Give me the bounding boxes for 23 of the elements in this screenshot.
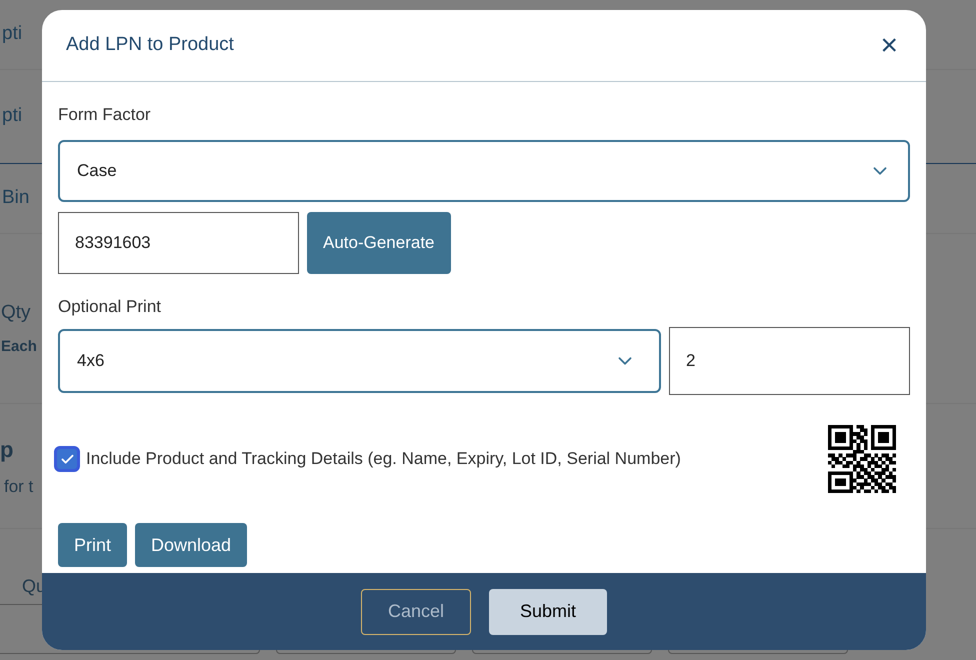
checkbox-label: Include Product and Tracking Details (eg. Name, Expiry, Lot ID, Serial Number): [86, 448, 681, 470]
print-size-select[interactable]: 4x6: [58, 329, 661, 393]
quantity-label: Qty: [1, 301, 31, 325]
dialog-title: Add LPN to Product: [66, 33, 234, 58]
action-button[interactable]: Download: [135, 523, 248, 567]
form-factor-select[interactable]: Case: [58, 140, 910, 202]
row-label: pti: [2, 104, 22, 128]
auto-generate-button[interactable]: Auto-Generate: [307, 212, 451, 274]
qr-code-icon: [828, 425, 896, 493]
field-label: Form Factor: [58, 104, 152, 126]
section-text: for t: [4, 476, 34, 498]
section-title: p: [0, 436, 14, 464]
field-label: Optional Print: [58, 296, 162, 318]
checkbox[interactable]: [54, 446, 80, 472]
lpn-input[interactable]: 83391603: [58, 212, 299, 274]
copies-input[interactable]: 2: [669, 327, 910, 395]
action-button[interactable]: Print: [58, 523, 128, 567]
close-button[interactable]: ×: [876, 30, 902, 60]
row-label: Bin: [2, 186, 30, 210]
cancel-button[interactable]: Cancel: [361, 588, 471, 634]
unit-label: Each: [1, 336, 37, 356]
row-label: pti: [2, 22, 22, 46]
submit-button[interactable]: Submit: [489, 588, 607, 634]
